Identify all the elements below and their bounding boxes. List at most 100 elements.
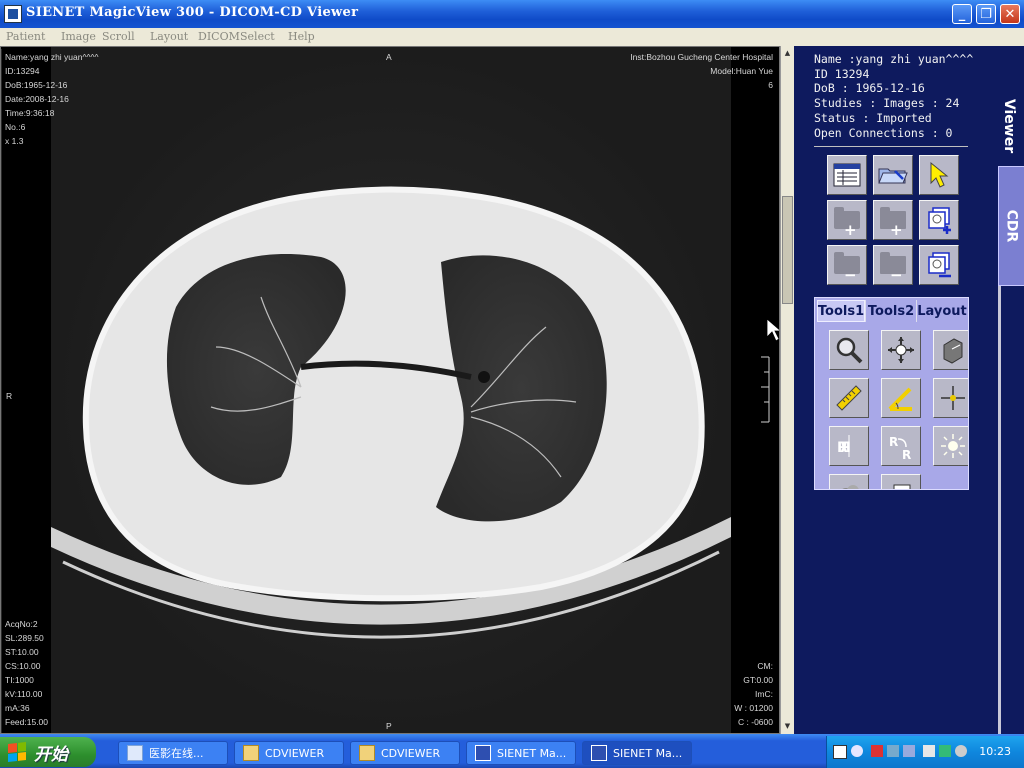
scroll-up-icon[interactable]: ▲: [782, 47, 793, 59]
tab-tools2[interactable]: Tools2: [866, 300, 916, 322]
overlay-acq: AcqNo:2: [5, 619, 38, 629]
pan-icon: [888, 337, 914, 363]
task-cdviewer-1[interactable]: CDVIEWER: [234, 741, 344, 765]
tab-cdr-label: CDR: [1003, 209, 1020, 243]
flip-horizontal-icon: RR: [837, 435, 851, 457]
menu-dicom[interactable]: DICOM: [198, 30, 240, 43]
patient-dob: DoB : 1965-12-16: [814, 81, 925, 96]
settings-icon[interactable]: [955, 745, 967, 757]
ct-scan-image: [1, 47, 779, 733]
minimize-button[interactable]: _: [952, 4, 972, 24]
app-icon: [4, 5, 22, 23]
menu-image[interactable]: Image: [61, 30, 96, 43]
add-series-button[interactable]: +: [873, 200, 913, 240]
overlay-number: No.:6: [5, 122, 26, 132]
task-cdviewer-2[interactable]: CDVIEWER: [350, 741, 460, 765]
tab-tools1[interactable]: Tools1: [817, 300, 865, 322]
folder-icon: [359, 745, 375, 761]
overlay-ma: mA:36: [5, 703, 30, 713]
image-viewport[interactable]: Name:yang zhi yuan^^^^ ID:13294 DoB:1965…: [0, 46, 780, 734]
angle-icon: [888, 387, 912, 411]
overlay-id: ID:13294: [5, 66, 40, 76]
study-list-button[interactable]: [827, 155, 867, 195]
add-image-button[interactable]: [919, 200, 959, 240]
overlay-date: Date:2008-12-16: [5, 94, 69, 104]
right-panel: Name :yang zhi yuan^^^^ ID 13294 DoB : 1…: [794, 46, 1024, 734]
overlay-series: 6: [768, 80, 773, 90]
brightness-icon: [941, 434, 965, 458]
antivirus-icon[interactable]: [939, 745, 951, 757]
svg-text:R: R: [889, 435, 898, 449]
volume-icon[interactable]: [923, 745, 935, 757]
remove-image-button[interactable]: [919, 245, 959, 285]
tab-cdr[interactable]: CDR: [998, 166, 1024, 286]
vertical-scrollbar[interactable]: ▲ ▼: [780, 46, 794, 734]
open-folder-button[interactable]: [873, 155, 913, 195]
close-button[interactable]: ✕: [1000, 4, 1020, 24]
remove-image-icon: [928, 252, 951, 278]
remove-series-button[interactable]: −: [873, 245, 913, 285]
chevron-left-icon[interactable]: [851, 745, 863, 757]
start-label: 开始: [34, 744, 68, 765]
open-folder-icon: [878, 168, 908, 184]
menu-layout[interactable]: Layout: [150, 30, 188, 43]
rotate-button[interactable]: RR: [881, 426, 921, 466]
segment-button[interactable]: [829, 474, 869, 489]
menu-scroll[interactable]: Scroll: [102, 30, 135, 43]
svg-text:R: R: [840, 440, 851, 456]
task-sienet-1[interactable]: SIENET Ma...: [466, 741, 576, 765]
tab-layout[interactable]: Layout: [917, 300, 967, 322]
crosshair-icon: [941, 386, 965, 410]
remove-folder-button[interactable]: −: [827, 245, 867, 285]
menu-bar: Patient Image Scroll Layout DICOM Select…: [0, 28, 1024, 47]
magnifier-icon: [836, 337, 863, 364]
report-button[interactable]: [881, 474, 921, 489]
add-folder-button[interactable]: +: [827, 200, 867, 240]
ruler-button[interactable]: [829, 378, 869, 418]
tab-viewer[interactable]: Viewer: [996, 76, 1022, 176]
crosshair-button[interactable]: [933, 378, 968, 418]
zoom-button[interactable]: [829, 330, 869, 370]
pointer-icon: [930, 161, 949, 188]
sienet-icon: [475, 745, 491, 761]
svg-text:R: R: [902, 448, 911, 461]
network-icon[interactable]: [871, 745, 883, 757]
tab-viewer-label: Viewer: [1001, 98, 1017, 154]
menu-help[interactable]: Help: [288, 30, 315, 43]
window-level-button[interactable]: [933, 330, 968, 370]
overlay-bottom-right: CM: GT:0.00 ImC: W : 01200 C : -0600: [734, 659, 773, 729]
menu-select[interactable]: Select: [240, 30, 275, 43]
orientation-right: R: [6, 391, 13, 401]
menu-patient[interactable]: Patient: [6, 30, 45, 43]
maximize-button[interactable]: ❐: [976, 4, 996, 24]
overlay-cm: CM:: [757, 661, 773, 671]
task-browser[interactable]: 医影在线...: [118, 741, 228, 765]
task-sienet-2[interactable]: SIENET Ma...: [582, 741, 692, 765]
open-connections: Open Connections : 0: [814, 125, 953, 140]
tools-panel: Tools1 Tools2 Layout RR RR: [814, 297, 969, 490]
overlay-feed: Feed:15.00: [5, 717, 49, 727]
add-image-icon: [928, 207, 951, 234]
overlay-kv: kV:110.00: [5, 689, 43, 699]
system-tray: 10:23: [826, 736, 1024, 768]
brightness-button[interactable]: [933, 426, 968, 466]
sync-icon[interactable]: [903, 745, 915, 757]
sienet-icon: [591, 745, 607, 761]
scroll-down-icon[interactable]: ▼: [782, 720, 793, 732]
overlay-window: W : 01200: [734, 703, 773, 713]
keyboard-icon[interactable]: [833, 745, 847, 759]
overlay-top-left: Name:yang zhi yuan^^^^ ID:13294 DoB:1965…: [5, 50, 98, 148]
overlay-name: Name:yang zhi yuan^^^^: [5, 52, 99, 62]
angle-button[interactable]: [881, 378, 921, 418]
pan-button[interactable]: [881, 330, 921, 370]
scroll-thumb[interactable]: [782, 196, 793, 304]
task-label: SIENET Ma...: [613, 746, 683, 760]
overlay-time: Time:9:36:18: [5, 108, 55, 118]
overlay-dob: DoB:1965-12-16: [5, 80, 68, 90]
orientation-posterior: P: [386, 721, 392, 731]
monitor-icon[interactable]: [887, 745, 899, 757]
pointer-button[interactable]: [919, 155, 959, 195]
flip-button[interactable]: RR: [829, 426, 869, 466]
overlay-bottom-left: AcqNo:2 SL:289.50 ST:10.00 CS:10.00 TI:1…: [5, 617, 48, 729]
start-button[interactable]: 开始: [0, 737, 96, 767]
